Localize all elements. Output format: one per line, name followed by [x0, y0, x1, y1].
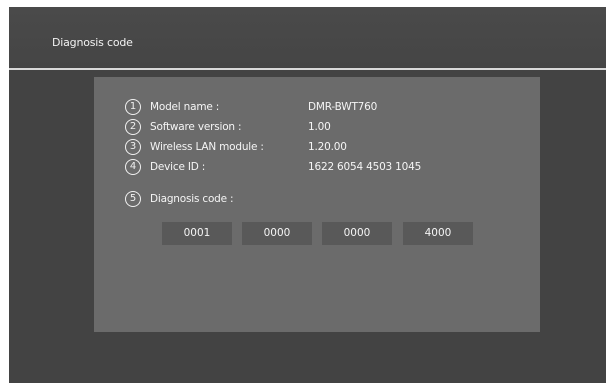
diagnosis-code-box-4: 4000 [403, 222, 473, 245]
software-version-label: Software version : [150, 121, 242, 133]
diagnosis-screen: Diagnosis code 1 Model name : DMR-BWT760… [9, 7, 606, 383]
diagnosis-code-box-3: 0000 [322, 222, 392, 245]
software-version-value: 1.00 [308, 121, 331, 133]
header-bar: Diagnosis code [9, 7, 606, 67]
diagnosis-code-box-1: 0001 [162, 222, 232, 245]
wireless-lan-module-label: Wireless LAN module : [150, 141, 264, 153]
info-row-software-version: 2 Software version : 1.00 [125, 119, 331, 135]
model-name-label: Model name : [150, 101, 220, 113]
device-id-label: Device ID : [150, 161, 206, 173]
wireless-lan-module-value: 1.20.00 [308, 141, 347, 153]
number-4-icon: 4 [125, 159, 141, 175]
diagnosis-code-label: Diagnosis code : [150, 193, 234, 205]
device-id-value: 1622 6054 4503 1045 [308, 161, 422, 173]
number-5-icon: 5 [125, 191, 141, 207]
info-row-wireless-lan-module: 3 Wireless LAN module : 1.20.00 [125, 139, 347, 155]
number-2-icon: 2 [125, 119, 141, 135]
model-name-value: DMR-BWT760 [308, 101, 378, 113]
info-row-model-name: 1 Model name : DMR-BWT760 [125, 99, 377, 115]
diagnosis-code-box-2: 0000 [242, 222, 312, 245]
page-title: Diagnosis code [52, 36, 133, 49]
info-panel: 1 Model name : DMR-BWT760 2 Software ver… [94, 77, 540, 332]
number-1-icon: 1 [125, 99, 141, 115]
header-divider [9, 68, 606, 70]
info-row-diagnosis-code: 5 Diagnosis code : [125, 191, 234, 207]
number-3-icon: 3 [125, 139, 141, 155]
info-row-device-id: 4 Device ID : 1622 6054 4503 1045 [125, 159, 421, 175]
